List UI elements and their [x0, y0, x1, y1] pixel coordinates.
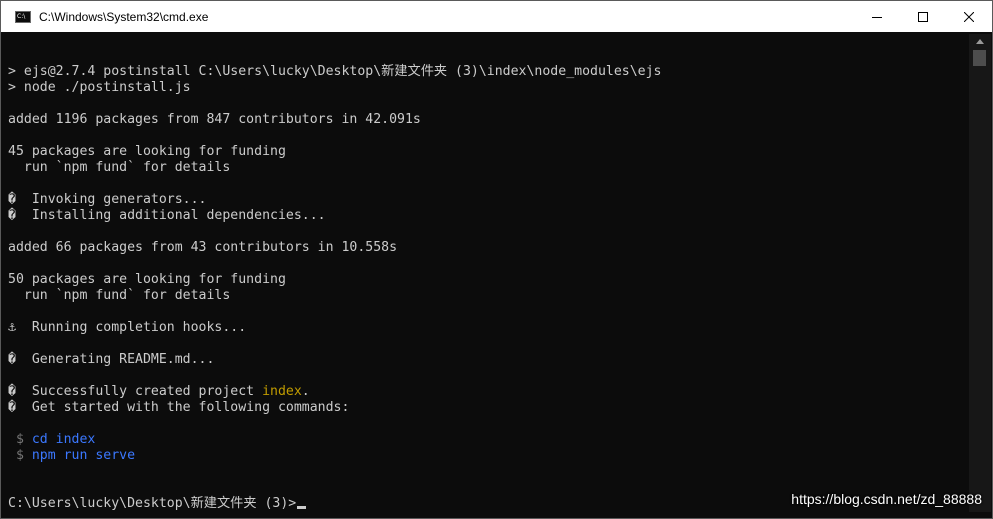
console-text: > node ./postinstall.js [8, 80, 191, 95]
console-line: run `npm fund` for details [8, 160, 230, 176]
console-text: cd index [31, 432, 96, 447]
console-line: > node ./postinstall.js [8, 80, 191, 96]
console-line: > ejs@2.7.4 postinstall C:\Users\lucky\D… [8, 64, 661, 80]
console-line: 45 packages are looking for funding [8, 144, 286, 160]
console-line: � Get started with the following command… [8, 400, 349, 416]
console-text: � Generating README.md... [8, 352, 215, 367]
console-line: � Invoking generators... [8, 192, 207, 208]
vertical-scrollbar[interactable] [969, 34, 991, 512]
text-cursor [297, 506, 307, 509]
console-text: � Invoking generators... [8, 192, 207, 207]
console-text: $ [8, 432, 32, 447]
console-text: 45 packages are looking for funding [8, 144, 286, 159]
console-text: � Installing additional dependencies... [8, 208, 326, 223]
console-text: ⚓ Running completion hooks... [8, 320, 247, 335]
console-line: � Installing additional dependencies... [8, 208, 326, 224]
title-bar[interactable]: C:\Windows\System32\cmd.exe [1, 1, 992, 32]
console-text: . [301, 384, 310, 399]
console-text: C:\Users\lucky\Desktop\新建文件夹 (3)> [8, 496, 297, 511]
scroll-thumb[interactable] [973, 50, 986, 66]
console-text: � Get started with the following command… [8, 400, 350, 415]
console-line: added 66 packages from 43 contributors i… [8, 240, 397, 256]
console-text: $ [8, 448, 32, 463]
close-button[interactable] [946, 1, 992, 32]
console-output[interactable]: > ejs@2.7.4 postinstall C:\Users\lucky\D… [8, 34, 968, 514]
console-text: added 66 packages from 43 contributors i… [8, 240, 398, 255]
console-text: added 1196 packages from 847 contributor… [8, 112, 421, 127]
prompt-line: C:\Users\lucky\Desktop\新建文件夹 (3)> [8, 496, 307, 512]
console-text: run `npm fund` for details [8, 288, 231, 303]
console-text: > ejs@2.7.4 postinstall C:\Users\lucky\D… [8, 64, 662, 79]
console-text: run `npm fund` for details [8, 160, 231, 175]
maximize-button[interactable] [900, 1, 946, 32]
console-text: � Successfully created project [8, 384, 263, 399]
window-controls [854, 1, 992, 32]
scroll-up-button[interactable] [969, 34, 991, 48]
console-line: � Successfully created project index. [8, 384, 310, 400]
console-line: added 1196 packages from 847 contributor… [8, 112, 421, 128]
console-text: 50 packages are looking for funding [8, 272, 286, 287]
cmd-window: C:\Windows\System32\cmd.exe > ejs@2.7.4 … [0, 0, 993, 519]
window-title: C:\Windows\System32\cmd.exe [39, 9, 209, 24]
console-line: 50 packages are looking for funding [8, 272, 286, 288]
maximize-icon [918, 11, 928, 22]
console-text: index [262, 384, 302, 399]
close-icon [964, 11, 974, 22]
minimize-button[interactable] [854, 1, 900, 32]
console-text: npm run serve [31, 448, 136, 463]
scroll-up-arrow-icon [976, 38, 984, 44]
console-line: ⚓ Running completion hooks... [8, 320, 246, 336]
console-line: $ cd index [8, 432, 95, 448]
console-line: � Generating README.md... [8, 352, 214, 368]
watermark: https://blog.csdn.net/zd_88888 [791, 491, 982, 507]
console-line: run `npm fund` for details [8, 288, 230, 304]
cmd-icon [15, 10, 31, 23]
minimize-icon [872, 16, 882, 18]
console-line: $ npm run serve [8, 448, 135, 464]
